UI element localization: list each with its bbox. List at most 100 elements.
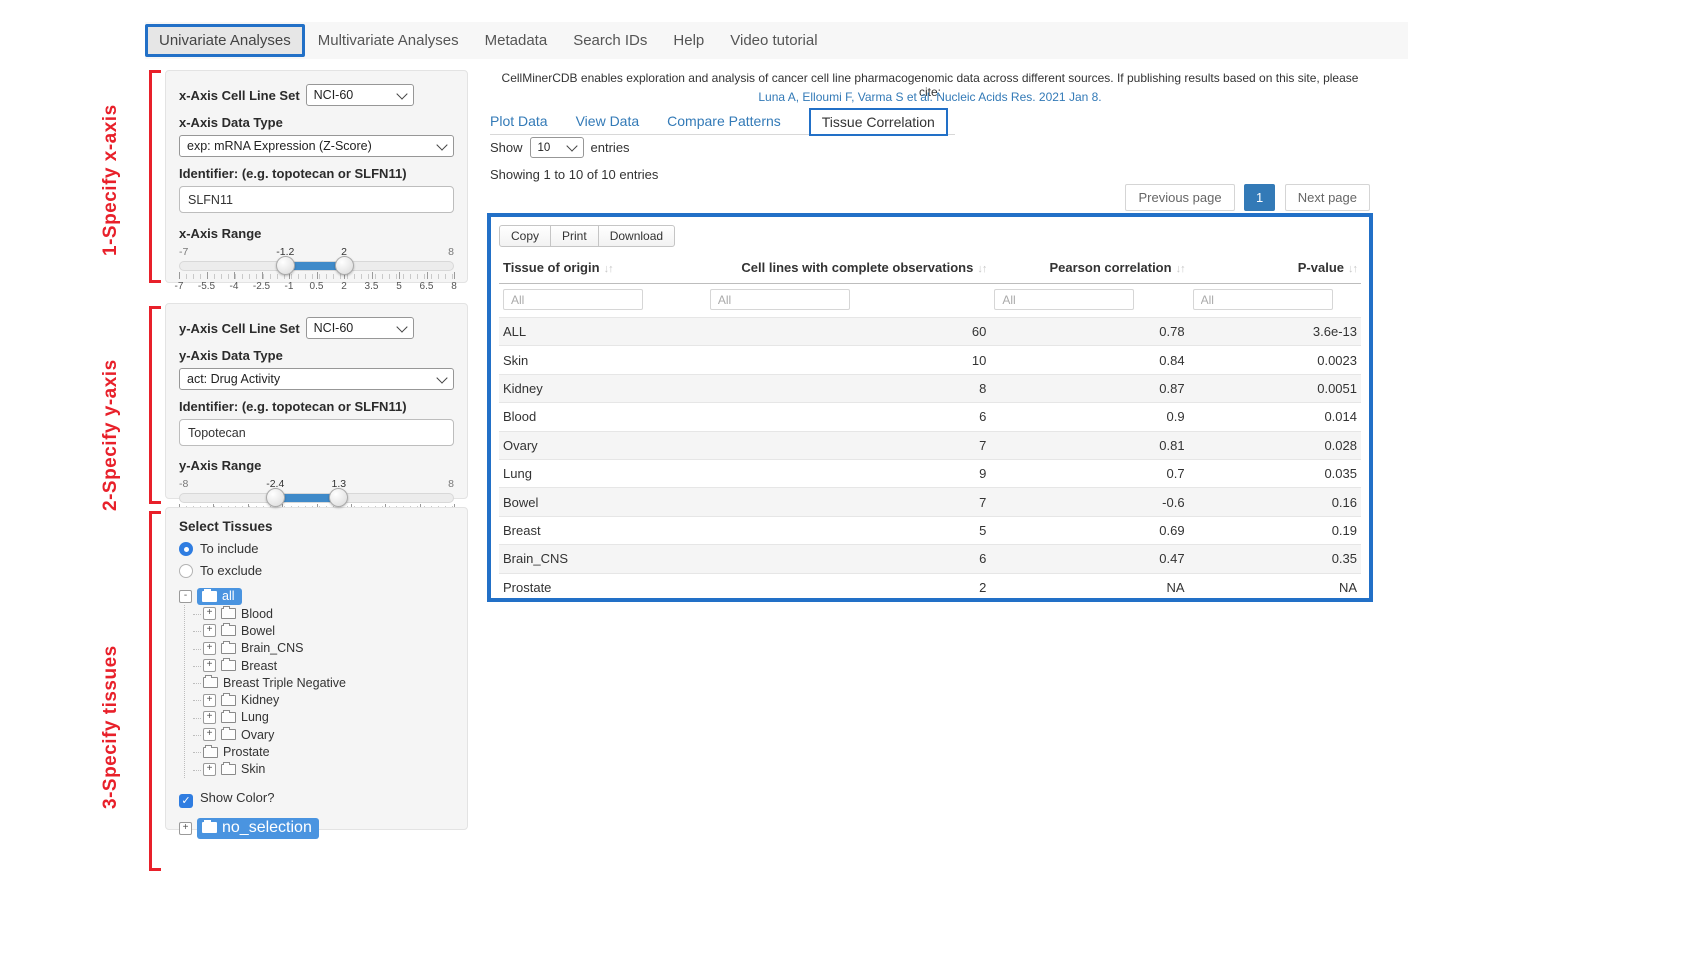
nav-item-metadata[interactable]: Metadata bbox=[472, 25, 561, 56]
expand-icon[interactable]: + bbox=[203, 607, 216, 620]
filter-input-pearson-correlation[interactable] bbox=[994, 289, 1134, 310]
table-row: Prostate2NANA bbox=[499, 573, 1361, 601]
x-range-slider[interactable]: -78-1.22-7-5.5-4-2.5-10.523.556.58 bbox=[179, 246, 454, 296]
slider-max-label: 8 bbox=[448, 478, 454, 490]
tree-item-bowel[interactable]: +Bowel bbox=[193, 622, 454, 639]
collapse-icon[interactable]: - bbox=[179, 590, 192, 603]
radio-unselected-icon[interactable] bbox=[179, 564, 193, 578]
x-data-type-select[interactable]: exp: mRNA Expression (Z-Score) bbox=[179, 135, 454, 157]
radio-to-exclude[interactable]: To exclude bbox=[179, 563, 454, 578]
y-identifier-input[interactable] bbox=[179, 419, 454, 446]
expand-icon[interactable]: + bbox=[203, 642, 216, 655]
sort-icon[interactable]: ↓↑ bbox=[1348, 263, 1357, 275]
page-1-button[interactable]: 1 bbox=[1244, 184, 1275, 211]
no-selection-node[interactable]: no_selection bbox=[197, 818, 319, 839]
filter-input-cell-lines-with-complete-observations[interactable] bbox=[710, 289, 850, 310]
tab-compare-patterns[interactable]: Compare Patterns bbox=[667, 108, 781, 129]
chevron-down-icon bbox=[396, 321, 407, 332]
column-header-pearson-correlation[interactable]: Pearson correlation↓↑ bbox=[990, 251, 1188, 284]
y-data-type-select[interactable]: act: Drug Activity bbox=[179, 368, 454, 390]
slider-from-handle[interactable] bbox=[276, 256, 295, 275]
expand-icon[interactable]: + bbox=[203, 728, 216, 741]
previous-page-button[interactable]: Previous page bbox=[1125, 184, 1234, 211]
expand-icon[interactable]: + bbox=[203, 624, 216, 637]
slider-to-handle[interactable] bbox=[335, 256, 354, 275]
column-header-p-value[interactable]: P-value↓↑ bbox=[1189, 251, 1361, 284]
tree-item-breast-triple-negative[interactable]: Breast Triple Negative bbox=[193, 674, 454, 691]
no-selection-row[interactable]: + no_selection bbox=[179, 818, 454, 839]
download-button[interactable]: Download bbox=[598, 225, 675, 247]
tissue-tree-root-node[interactable]: all bbox=[197, 588, 242, 605]
show-color-row[interactable]: ✓Show Color? bbox=[179, 790, 454, 808]
tree-item-label: Prostate bbox=[223, 745, 270, 759]
copy-button[interactable]: Copy bbox=[499, 225, 551, 247]
slider-to-handle[interactable] bbox=[329, 488, 348, 507]
sort-icon[interactable]: ↓↑ bbox=[604, 263, 613, 275]
filter-input-tissue-of-origin[interactable] bbox=[503, 289, 643, 310]
slider-from-handle[interactable] bbox=[266, 488, 285, 507]
radio-to-include[interactable]: To include bbox=[179, 541, 454, 556]
select-tissues-title: Select Tissues bbox=[179, 519, 454, 534]
radio-selected-icon[interactable] bbox=[179, 542, 193, 556]
tree-item-lung[interactable]: +Lung bbox=[193, 709, 454, 726]
nav-item-univariate-analyses[interactable]: Univariate Analyses bbox=[145, 24, 305, 57]
column-header-tissue-of-origin[interactable]: Tissue of origin↓↑ bbox=[499, 251, 706, 284]
annotation-step1-bracket bbox=[149, 70, 161, 283]
top-nav: Univariate AnalysesMultivariate Analyses… bbox=[145, 22, 1408, 59]
filter-cell bbox=[990, 284, 1188, 318]
tree-item-breast[interactable]: +Breast bbox=[193, 657, 454, 674]
no-selection-label: no_selection bbox=[222, 819, 312, 837]
tissue-cell: Kidney bbox=[499, 374, 706, 402]
tree-item-prostate[interactable]: Prostate bbox=[193, 743, 454, 760]
column-header-label: Cell lines with complete observations bbox=[741, 260, 973, 275]
tree-item-ovary[interactable]: +Ovary bbox=[193, 726, 454, 743]
tissue-cell: ALL bbox=[499, 318, 706, 346]
x-identifier-input[interactable] bbox=[179, 186, 454, 213]
column-header-cell-lines-with-complete-observations[interactable]: Cell lines with complete observations ↓↑ bbox=[706, 251, 990, 284]
tab-plot-data[interactable]: Plot Data bbox=[490, 108, 548, 129]
folder-icon bbox=[202, 822, 217, 833]
tree-item-blood[interactable]: +Blood bbox=[193, 605, 454, 622]
nav-item-multivariate-analyses[interactable]: Multivariate Analyses bbox=[305, 25, 472, 56]
table-header-row: Tissue of origin↓↑Cell lines with comple… bbox=[499, 251, 1361, 284]
x-cell-line-set-select[interactable]: NCI-60 bbox=[306, 84, 414, 106]
y-cell-line-set-select[interactable]: NCI-60 bbox=[306, 317, 414, 339]
sort-icon[interactable]: ↓↑ bbox=[1176, 263, 1185, 275]
table-row: Blood60.90.014 bbox=[499, 403, 1361, 431]
entries-count-select[interactable]: 10 bbox=[530, 137, 584, 158]
expand-icon[interactable]: + bbox=[203, 659, 216, 672]
tab-view-data[interactable]: View Data bbox=[576, 108, 640, 129]
folder-icon bbox=[221, 660, 236, 671]
expand-icon[interactable]: + bbox=[203, 763, 216, 776]
annotation-step2-label: 2-Specify y-axis bbox=[100, 340, 122, 530]
sort-icon[interactable]: ↓↑ bbox=[977, 263, 986, 275]
citation-link[interactable]: Luna A, Elloumi F, Varma S et al. Nuclei… bbox=[490, 90, 1370, 104]
expand-icon[interactable]: + bbox=[203, 711, 216, 724]
slider-tick-label: 0.5 bbox=[310, 281, 324, 292]
folder-icon bbox=[221, 695, 236, 706]
folder-icon bbox=[203, 747, 218, 758]
tree-item-kidney[interactable]: +Kidney bbox=[193, 691, 454, 708]
filter-input-p-value[interactable] bbox=[1193, 289, 1333, 310]
nav-item-video-tutorial[interactable]: Video tutorial bbox=[717, 25, 830, 56]
next-page-button[interactable]: Next page bbox=[1285, 184, 1370, 211]
checkbox-checked-icon[interactable]: ✓ bbox=[179, 794, 193, 808]
table-filter-row bbox=[499, 284, 1361, 318]
table-export-buttons: CopyPrintDownload bbox=[499, 225, 675, 247]
value-cell: 0.0023 bbox=[1189, 346, 1361, 374]
tree-item-skin[interactable]: +Skin bbox=[193, 761, 454, 778]
value-cell: 10 bbox=[706, 346, 990, 374]
nav-item-search-ids[interactable]: Search IDs bbox=[560, 25, 660, 56]
value-cell: NA bbox=[1189, 573, 1361, 601]
tab-tissue-correlation[interactable]: Tissue Correlation bbox=[809, 108, 948, 136]
print-button[interactable]: Print bbox=[550, 225, 599, 247]
tree-item-brain-cns[interactable]: +Brain_CNS bbox=[193, 640, 454, 657]
value-cell: -0.6 bbox=[990, 488, 1188, 516]
expand-icon[interactable]: + bbox=[179, 822, 192, 835]
tissue-tree-root[interactable]: - all bbox=[179, 588, 454, 605]
x-axis-panel: x-Axis Cell Line Set NCI-60 x-Axis Data … bbox=[165, 70, 468, 283]
slider-tick-label: -4 bbox=[230, 281, 239, 292]
expand-icon[interactable]: + bbox=[203, 694, 216, 707]
tissue-cell: Bowel bbox=[499, 488, 706, 516]
nav-item-help[interactable]: Help bbox=[660, 25, 717, 56]
